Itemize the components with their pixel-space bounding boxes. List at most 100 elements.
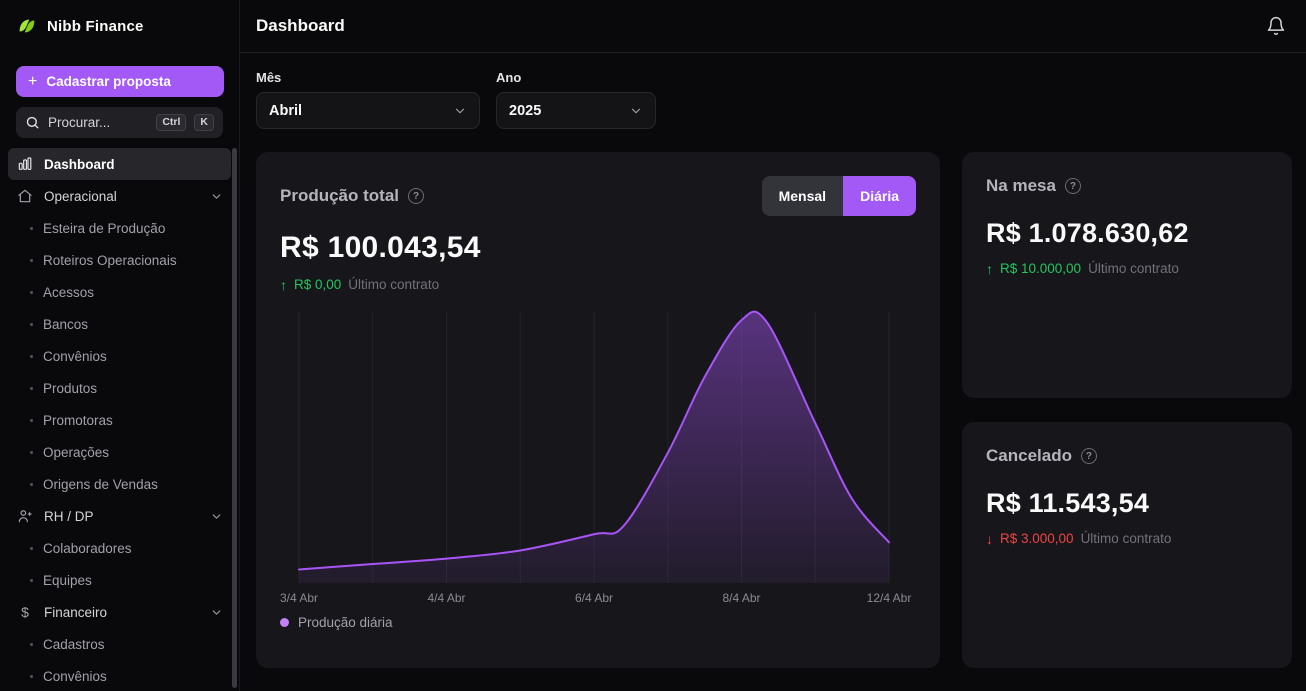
sidebar-item-label: Operacional [44, 189, 200, 204]
main-area: Dashboard Mês Abril Ano 2025 [240, 0, 1306, 691]
sidebar-subitem-convenios-financeiro[interactable]: Convênios [8, 660, 231, 691]
bullet-icon [30, 355, 33, 358]
search-icon [25, 115, 40, 130]
year-filter: Ano 2025 [496, 70, 656, 129]
legend-label: Produção diária [298, 615, 393, 630]
sidebar: Nibb Finance + Cadastrar proposta Ctrl K… [0, 0, 240, 691]
sidebar-subitem-cadastros[interactable]: Cadastros [8, 628, 231, 660]
cancelado-delta-row: ↓ R$ 3.000,00 Último contrato [986, 531, 1268, 546]
sidebar-subitem-bancos[interactable]: Bancos [8, 308, 231, 340]
sidebar-subitem-label: Equipes [43, 573, 92, 588]
area-chart[interactable]: 3/4 Abr4/4 Abr6/4 Abr8/4 Abr12/4 Abr [280, 306, 914, 606]
chart-legend: Produção diária [280, 615, 916, 630]
brand-name: Nibb Finance [47, 18, 144, 35]
sidebar-subitem-promotoras[interactable]: Promotoras [8, 404, 231, 436]
help-icon[interactable]: ? [408, 188, 424, 204]
brand: Nibb Finance [0, 0, 239, 52]
production-total-card: Produção total ? Mensal Diária R$ 100.04… [256, 152, 940, 668]
chevron-down-icon [210, 190, 223, 203]
home-icon [16, 187, 34, 205]
bullet-icon [30, 483, 33, 486]
sidebar-subitem-roteiros-operacionais[interactable]: Roteiros Operacionais [8, 244, 231, 276]
cancelado-title: Cancelado [986, 446, 1072, 466]
na-mesa-card: Na mesa ? R$ 1.078.630,62 ↑ R$ 10.000,00… [962, 152, 1292, 398]
production-delta-value: R$ 0,00 [294, 277, 341, 292]
search-input[interactable] [48, 115, 148, 130]
help-icon[interactable]: ? [1065, 178, 1081, 194]
cancelado-delta-caption: Último contrato [1081, 531, 1172, 546]
bullet-icon [30, 547, 33, 550]
plus-icon: + [28, 74, 37, 90]
month-select-value: Abril [269, 103, 302, 119]
month-filter: Mês Abril [256, 70, 480, 129]
arrow-up-icon: ↑ [986, 262, 993, 276]
sidebar-subitem-produtos[interactable]: Produtos [8, 372, 231, 404]
svg-text:3/4 Abr: 3/4 Abr [280, 591, 318, 605]
year-select[interactable]: 2025 [496, 92, 656, 129]
sidebar-subitem-label: Convênios [43, 349, 107, 364]
sidebar-item-dashboard[interactable]: Dashboard [8, 148, 231, 180]
content-row: Produção total ? Mensal Diária R$ 100.04… [240, 129, 1306, 691]
sidebar-subitem-esteira-de-producao[interactable]: Esteira de Produção [8, 212, 231, 244]
production-total-value: R$ 100.043,54 [280, 231, 916, 265]
bullet-icon [30, 643, 33, 646]
sidebar-subitem-label: Promotoras [43, 413, 113, 428]
production-card-title-row: Produção total ? [280, 186, 424, 206]
sidebar-scrollbar[interactable] [232, 148, 237, 688]
svg-text:6/4 Abr: 6/4 Abr [575, 591, 613, 605]
month-filter-label: Mês [256, 70, 480, 85]
sidebar-item-operacional[interactable]: Operacional [8, 180, 231, 212]
na-mesa-delta-value: R$ 10.000,00 [1000, 261, 1081, 276]
chevron-down-icon [210, 510, 223, 523]
sidebar-subitem-acessos[interactable]: Acessos [8, 276, 231, 308]
year-select-value: 2025 [509, 103, 541, 119]
svg-text:4/4 Abr: 4/4 Abr [427, 591, 465, 605]
top-header: Dashboard [240, 0, 1306, 53]
sidebar-item-label: Financeiro [44, 605, 200, 620]
bullet-icon [30, 579, 33, 582]
cancelado-delta-value: R$ 3.000,00 [1000, 531, 1074, 546]
bullet-icon [30, 291, 33, 294]
sidebar-subitem-label: Colaboradores [43, 541, 132, 556]
side-cards-column: Na mesa ? R$ 1.078.630,62 ↑ R$ 10.000,00… [962, 152, 1292, 691]
cadastrar-proposta-button[interactable]: + Cadastrar proposta [16, 66, 224, 97]
person-add-icon [16, 507, 34, 525]
sidebar-subitem-equipes[interactable]: Equipes [8, 564, 231, 596]
month-select[interactable]: Abril [256, 92, 480, 129]
production-chart: 3/4 Abr4/4 Abr6/4 Abr8/4 Abr12/4 Abr [280, 306, 916, 606]
sidebar-item-label: RH / DP [44, 509, 200, 524]
bullet-icon [30, 259, 33, 262]
filters-row: Mês Abril Ano 2025 [240, 53, 1306, 129]
sidebar-subitem-origens-de-vendas[interactable]: Origens de Vendas [8, 468, 231, 500]
notifications-bell-icon[interactable] [1266, 16, 1286, 36]
cta-label: Cadastrar proposta [46, 74, 171, 89]
sidebar-subitem-label: Cadastros [43, 637, 105, 652]
bullet-icon [30, 323, 33, 326]
production-delta-caption: Último contrato [348, 277, 439, 292]
sidebar-subitem-operacoes[interactable]: Operações [8, 436, 231, 468]
sidebar-subitem-convenios[interactable]: Convênios [8, 340, 231, 372]
sidebar-search[interactable]: Ctrl K [16, 107, 223, 138]
sidebar-subitem-label: Convênios [43, 669, 107, 684]
period-toggle: Mensal Diária [762, 176, 916, 216]
sidebar-item-rh-dp[interactable]: RH / DP [8, 500, 231, 532]
toggle-mensal-button[interactable]: Mensal [762, 176, 843, 216]
cancelado-title-row: Cancelado ? [986, 446, 1268, 466]
svg-text:12/4 Abr: 12/4 Abr [867, 591, 912, 605]
dollar-icon: $ [16, 603, 34, 621]
bullet-icon [30, 419, 33, 422]
production-card-title: Produção total [280, 186, 399, 206]
bullet-icon [30, 451, 33, 454]
toggle-diaria-button[interactable]: Diária [843, 176, 916, 216]
sidebar-item-financeiro[interactable]: $ Financeiro [8, 596, 231, 628]
legend-dot-icon [280, 618, 289, 627]
arrow-up-icon: ↑ [280, 278, 287, 292]
sidebar-subitem-label: Esteira de Produção [43, 221, 165, 236]
help-icon[interactable]: ? [1081, 448, 1097, 464]
arrow-down-icon: ↓ [986, 532, 993, 546]
na-mesa-delta-row: ↑ R$ 10.000,00 Último contrato [986, 261, 1268, 276]
na-mesa-value: R$ 1.078.630,62 [986, 218, 1268, 249]
kbd-k: K [194, 114, 214, 131]
na-mesa-title: Na mesa [986, 176, 1056, 196]
sidebar-subitem-colaboradores[interactable]: Colaboradores [8, 532, 231, 564]
